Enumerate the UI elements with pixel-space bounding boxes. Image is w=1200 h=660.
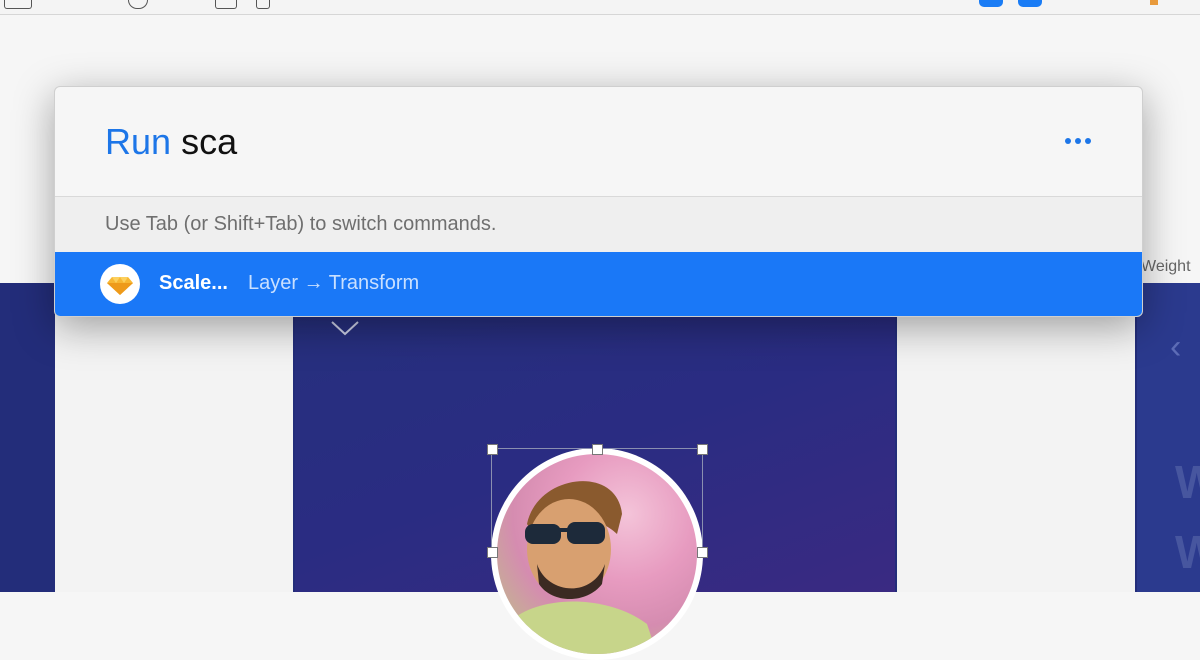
- toolbar-icon[interactable]: [4, 0, 32, 9]
- toolbar-icon[interactable]: [256, 0, 270, 9]
- resize-handle[interactable]: [697, 444, 708, 455]
- resize-handle[interactable]: [697, 547, 708, 558]
- weight-label: Weight: [1141, 258, 1191, 275]
- resize-handle[interactable]: [592, 444, 603, 455]
- hint-text: Use Tab (or Shift+Tab) to switch command…: [105, 213, 497, 235]
- command-palette: Run sca Use Tab (or Shift+Tab) to switch…: [54, 86, 1143, 317]
- selection-box: [491, 448, 703, 553]
- palette-header: Run sca: [55, 87, 1142, 197]
- toolbar-icon[interactable]: [215, 0, 237, 9]
- command-query: sca: [181, 121, 238, 162]
- chevron-down-icon: [331, 321, 359, 336]
- partial-letter: W: [1175, 526, 1200, 578]
- right-artboard: [897, 300, 1135, 592]
- command-keyword: Run: [105, 121, 172, 162]
- toolbar-icon[interactable]: [128, 0, 148, 9]
- command-result-item[interactable]: Scale... Layer → Transform: [55, 252, 1142, 316]
- resize-handle[interactable]: [487, 547, 498, 558]
- command-input[interactable]: Run sca: [105, 121, 237, 163]
- result-label: Scale...: [159, 272, 228, 294]
- left-artboard: [55, 300, 293, 592]
- resize-handle[interactable]: [487, 444, 498, 455]
- toolbar-blue-icon[interactable]: [1018, 0, 1042, 7]
- app-toolbar: [0, 0, 1200, 15]
- more-dots-icon[interactable]: [1065, 133, 1095, 149]
- chevron-left-icon: ‹: [1170, 328, 1182, 366]
- partial-letter: W: [1175, 456, 1200, 508]
- hint-row: Use Tab (or Shift+Tab) to switch command…: [55, 197, 1142, 252]
- result-path: Layer → Transform: [248, 272, 420, 294]
- sketch-diamond-icon: [100, 264, 140, 304]
- toolbar-orange-icon[interactable]: [1150, 0, 1158, 5]
- toolbar-blue-icon[interactable]: [979, 0, 1003, 7]
